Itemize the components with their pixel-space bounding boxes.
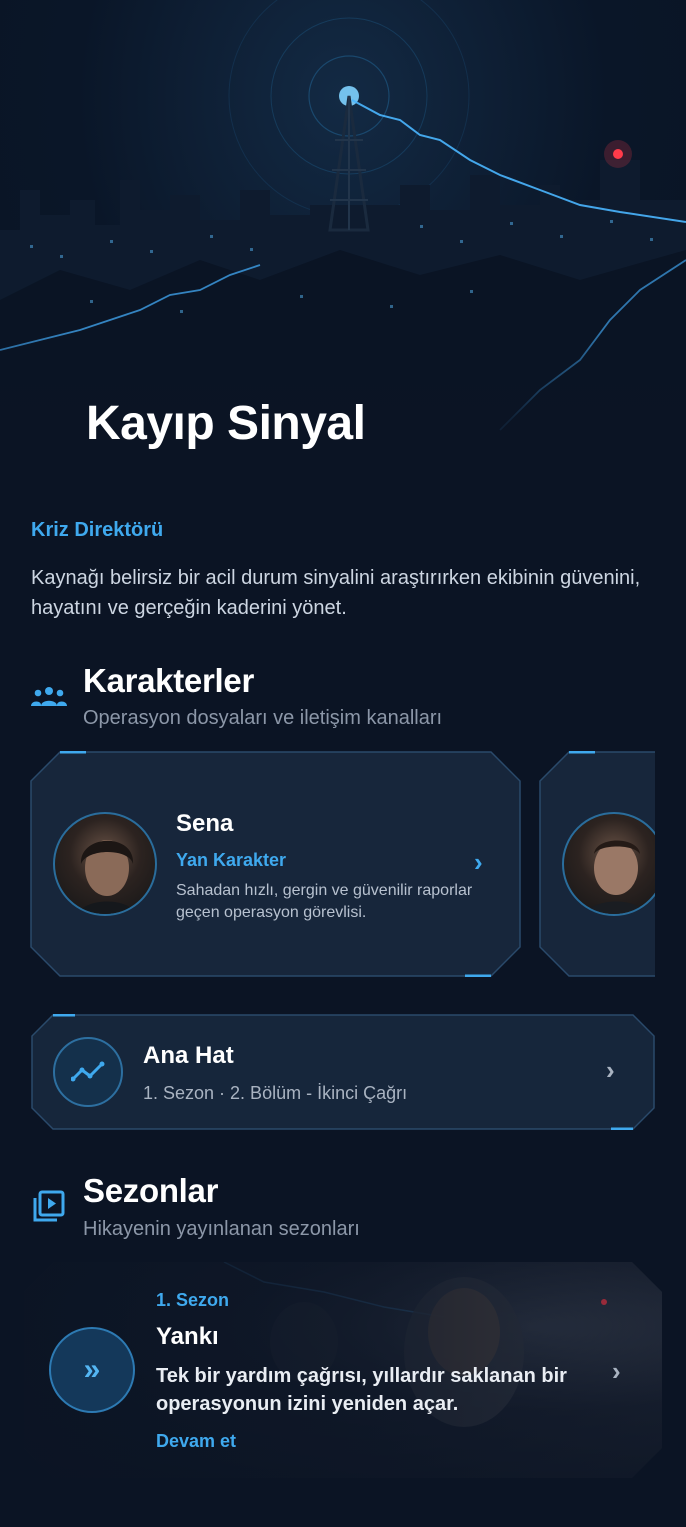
fast-forward-icon[interactable]: » <box>49 1327 135 1413</box>
chevron-right-icon[interactable]: › <box>606 1055 615 1086</box>
characters-section-subtitle: Operasyon dosyaları ve iletişim kanallar… <box>83 707 443 729</box>
season-number: 1. Sezon <box>156 1290 230 1310</box>
hero-banner: Kayıp Sinyal <box>0 0 686 490</box>
season-title: Yankı <box>156 1323 219 1350</box>
continue-link[interactable]: Devam et <box>156 1431 236 1452</box>
playlist-play-icon <box>33 1190 65 1227</box>
story-description: Kaynağı belirsiz bir acil durum sinyalin… <box>31 567 641 619</box>
avatar <box>562 812 655 916</box>
character-role: Yan Karakter <box>176 850 287 870</box>
main-line-title: Ana Hat <box>143 1042 234 1069</box>
avatar <box>53 812 157 916</box>
chevron-right-icon[interactable]: › <box>474 847 483 878</box>
seasons-section-subtitle: Hikayenin yayınlanan sezonları <box>83 1218 360 1240</box>
chevron-right-icon[interactable]: › <box>612 1356 621 1387</box>
main-line-progress: 1. Sezon · 2. Bölüm - İkinci Çağrı <box>143 1083 408 1103</box>
trend-line-icon <box>53 1037 123 1107</box>
characters-section-title: Karakterler <box>83 662 254 699</box>
character-description: Sahadan hızlı, gergin ve güvenilir rapor… <box>176 882 473 921</box>
group-icon <box>30 686 68 713</box>
seasons-section-title: Sezonlar <box>83 1172 219 1209</box>
main-line-card-frame <box>31 1014 655 1130</box>
story-role-subtitle: Kriz Direktörü <box>31 519 164 541</box>
season-description: Tek bir yardım çağrısı, yıllardır saklan… <box>156 1365 567 1415</box>
main-line-card[interactable] <box>31 1014 655 1130</box>
character-card[interactable] <box>539 751 655 977</box>
character-name: Sena <box>176 810 234 837</box>
hero-title: Kayıp Sinyal <box>86 397 366 450</box>
